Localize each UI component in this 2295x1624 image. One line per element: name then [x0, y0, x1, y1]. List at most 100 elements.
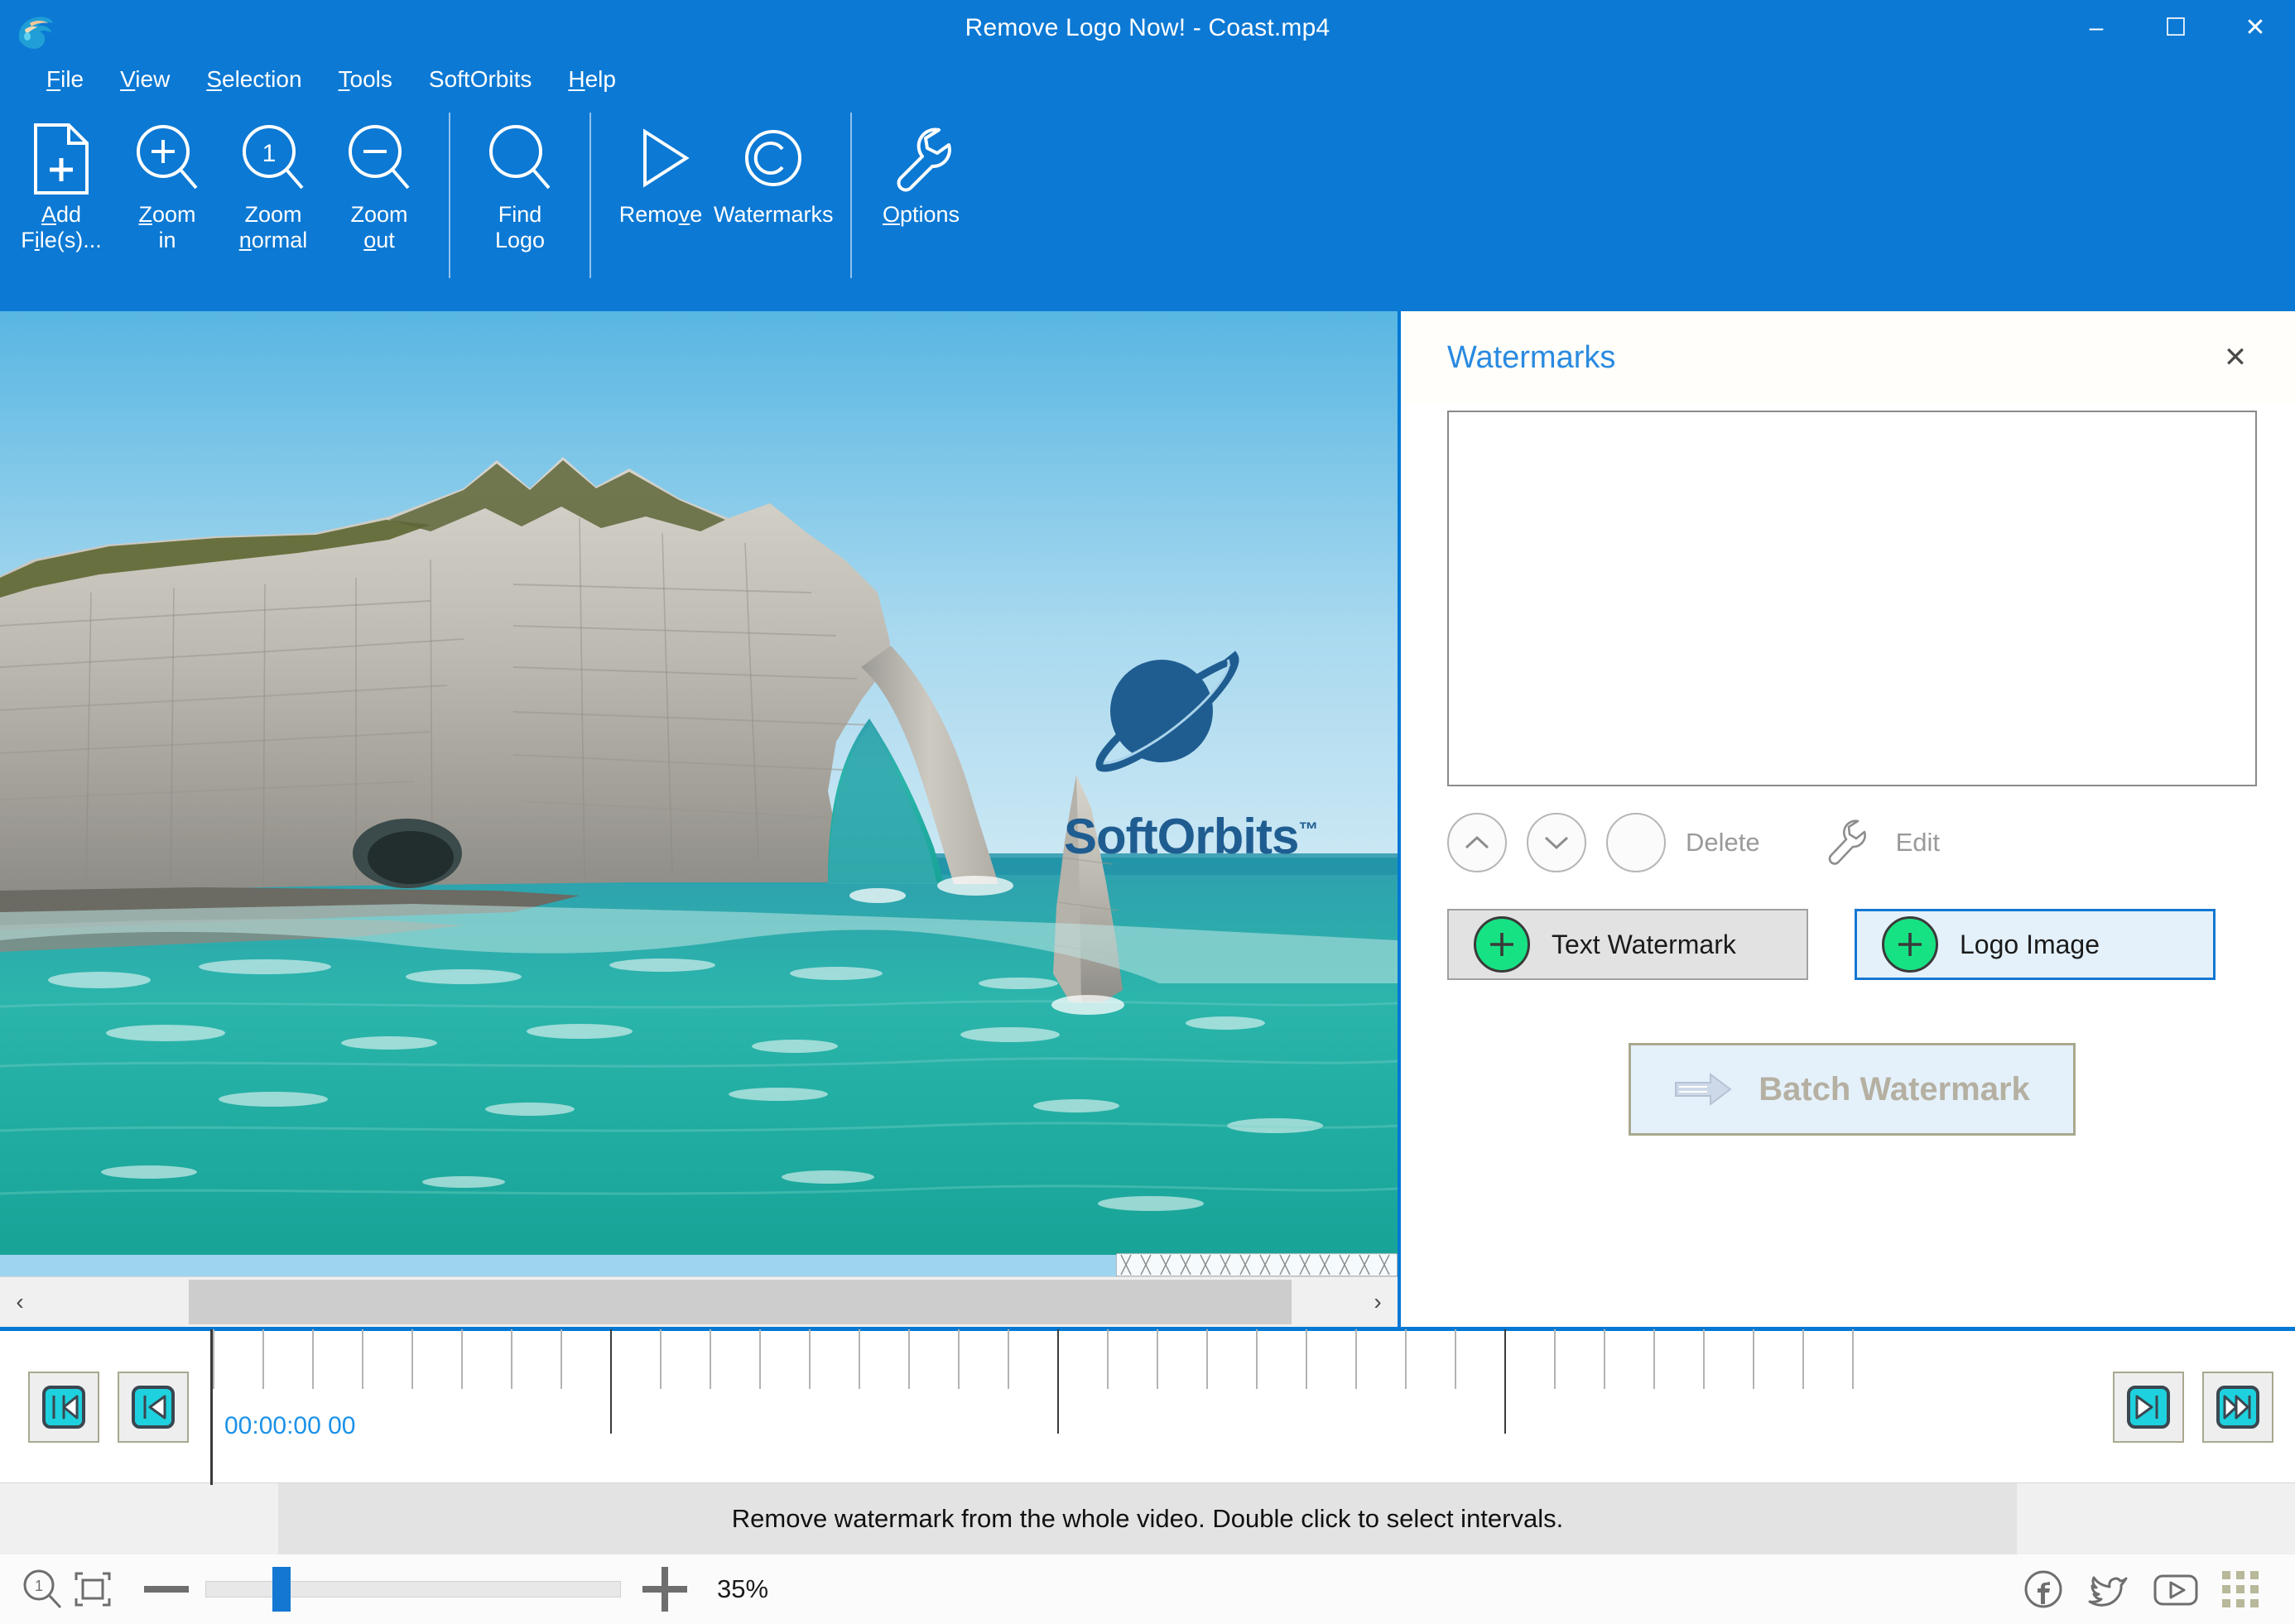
timeline-ruler[interactable]: 00:00:00 00: [210, 1329, 2085, 1485]
selection-handles[interactable]: [1116, 1253, 1398, 1276]
maximize-button[interactable]: ☐: [2136, 0, 2216, 56]
menu-selection-rest: election: [222, 66, 302, 92]
youtube-icon[interactable]: [2151, 1568, 2201, 1611]
ruler-tick: [759, 1329, 761, 1389]
zoom-out-icon: [344, 119, 415, 199]
resize-grip-icon[interactable]: [2222, 1571, 2259, 1607]
toolbar-zoom-normal-label: Zoom normal: [238, 202, 308, 252]
add-watermark-row: Text Watermark Logo Image: [1447, 909, 2257, 980]
add-logo-image-label: Logo Image: [1960, 929, 2100, 959]
saturn-planet-icon: [1095, 651, 1239, 772]
ruler-tick: [1355, 1329, 1357, 1389]
go-to-end-button[interactable]: [2202, 1371, 2273, 1443]
go-to-start-button[interactable]: [28, 1371, 99, 1443]
social-links: [2022, 1568, 2259, 1611]
toolbar-find-logo-button[interactable]: Find Logo: [467, 103, 573, 276]
panel-title: Watermarks: [1447, 339, 1616, 375]
facebook-icon[interactable]: [2022, 1568, 2065, 1611]
ruler-tick: [1107, 1329, 1109, 1389]
close-button[interactable]: ✕: [2216, 0, 2295, 56]
toolbar-add-files-button[interactable]: Add File(s)...: [8, 103, 114, 276]
skip-backward-icon: [42, 1385, 85, 1429]
scrollbar-track[interactable]: [40, 1278, 1358, 1326]
ruler-tick-major: [610, 1329, 612, 1434]
move-up-button[interactable]: [1447, 813, 1507, 872]
ruler-tick: [461, 1329, 463, 1389]
batch-watermark-label: Batch Watermark: [1759, 1070, 2030, 1107]
add-logo-image-button[interactable]: Logo Image: [1855, 909, 2216, 980]
next-frame-button[interactable]: [2113, 1371, 2184, 1443]
panel-header: Watermarks ✕: [1401, 311, 2295, 404]
ruler-tick: [660, 1329, 662, 1389]
panel-close-icon[interactable]: ✕: [2214, 336, 2257, 379]
play-triangle-icon: [625, 119, 696, 199]
toolbar-watermarks-label: Watermarks: [714, 202, 834, 227]
ruler-tick: [1653, 1329, 1655, 1389]
window-title: Remove Logo Now! - Coast.mp4: [965, 14, 1330, 41]
batch-watermark-row: Batch Watermark: [1447, 1043, 2257, 1136]
zoom-percentage-label: 35%: [717, 1574, 769, 1603]
video-preview-canvas[interactable]: SoftOrbits™: [0, 311, 1398, 1276]
ruler-tick-major: [1504, 1329, 1506, 1434]
prev-frame-button[interactable]: [118, 1371, 189, 1443]
zoom-slider-track[interactable]: [205, 1567, 621, 1612]
ruler-tick: [1306, 1329, 1307, 1389]
trademark-symbol: ™: [1298, 819, 1318, 841]
edit-button[interactable]: [1813, 814, 1876, 871]
ruler-tick: [213, 1329, 214, 1389]
toolbar-separator-3: [849, 113, 852, 278]
menu-selection[interactable]: Selection: [188, 63, 320, 96]
fit-to-screen-icon[interactable]: [68, 1567, 118, 1612]
application-window: Remove Logo Now! - Coast.mp4 – ☐ ✕ File …: [0, 0, 2295, 1624]
timeline-current-time: 00:00:00 00: [224, 1411, 356, 1439]
scroll-left-arrow-icon[interactable]: ‹: [0, 1278, 40, 1326]
status-right-pad: [2017, 1483, 2295, 1554]
toolbar-watermarks-button[interactable]: Watermarks: [714, 103, 834, 276]
ruler-tick: [1852, 1329, 1854, 1389]
skip-forward-icon: [2216, 1385, 2259, 1429]
watermarks-panel: Watermarks ✕ Delete Edit Text Watermark …: [1398, 311, 2295, 1327]
ruler-tick: [561, 1329, 562, 1389]
toolbar-remove-label: Remove: [618, 202, 703, 227]
zoom-in-button[interactable]: [642, 1567, 687, 1612]
ruler-tick: [1256, 1329, 1258, 1389]
menu-tools[interactable]: Tools: [320, 63, 411, 96]
move-down-button[interactable]: [1527, 813, 1586, 872]
zoom-out-button[interactable]: [144, 1586, 189, 1593]
menu-help[interactable]: Help: [550, 63, 634, 96]
toolbar-zoom-normal-button[interactable]: 1 Zoom normal: [220, 103, 326, 276]
toolbar-zoom-out-button[interactable]: Zoom out: [326, 103, 432, 276]
watermark-list[interactable]: [1447, 411, 2257, 786]
toolbar-options-button[interactable]: Options: [868, 103, 974, 276]
softorbits-watermark-overlay[interactable]: SoftOrbits™: [1064, 638, 1345, 865]
scroll-right-arrow-icon[interactable]: ›: [1358, 1278, 1398, 1326]
menu-file[interactable]: File: [28, 63, 102, 96]
ruler-tick: [1008, 1329, 1009, 1389]
scrollbar-thumb[interactable]: [189, 1280, 1292, 1324]
canvas-container: SoftOrbits™ ‹ ›: [0, 311, 1398, 1327]
step-forward-icon: [2127, 1385, 2170, 1429]
add-text-watermark-button[interactable]: Text Watermark: [1447, 909, 1808, 980]
toolbar-separator-1: [449, 113, 450, 278]
menu-tools-rest: ools: [349, 66, 392, 92]
twitter-icon[interactable]: [2086, 1568, 2129, 1611]
toolbar-zoom-in-button[interactable]: Zoom in: [114, 103, 220, 276]
ruler-tick-major: [1057, 1329, 1059, 1434]
ruler-tick: [908, 1329, 910, 1389]
ruler-tick: [1604, 1329, 1605, 1389]
softorbits-wordmark: SoftOrbits: [1064, 809, 1299, 864]
minimize-button[interactable]: –: [2057, 0, 2136, 56]
status-message: Remove watermark from the whole video. D…: [278, 1483, 2017, 1554]
toolbar-remove-button[interactable]: Remove: [608, 103, 714, 276]
ruler-tick: [312, 1329, 314, 1389]
zoom-slider-thumb[interactable]: [272, 1567, 291, 1612]
zoom-one-to-one-icon[interactable]: 1: [18, 1567, 68, 1612]
batch-watermark-button[interactable]: Batch Watermark: [1629, 1043, 2076, 1136]
menu-view[interactable]: View: [102, 63, 188, 96]
copyright-icon: [738, 119, 809, 199]
canvas-horizontal-scrollbar[interactable]: ‹ ›: [0, 1276, 1398, 1327]
delete-button[interactable]: [1606, 813, 1666, 872]
wrench-icon: [886, 119, 957, 199]
menu-softorbits[interactable]: SoftOrbits: [411, 63, 550, 96]
softorbits-watermark-text: SoftOrbits™: [1064, 808, 1345, 865]
